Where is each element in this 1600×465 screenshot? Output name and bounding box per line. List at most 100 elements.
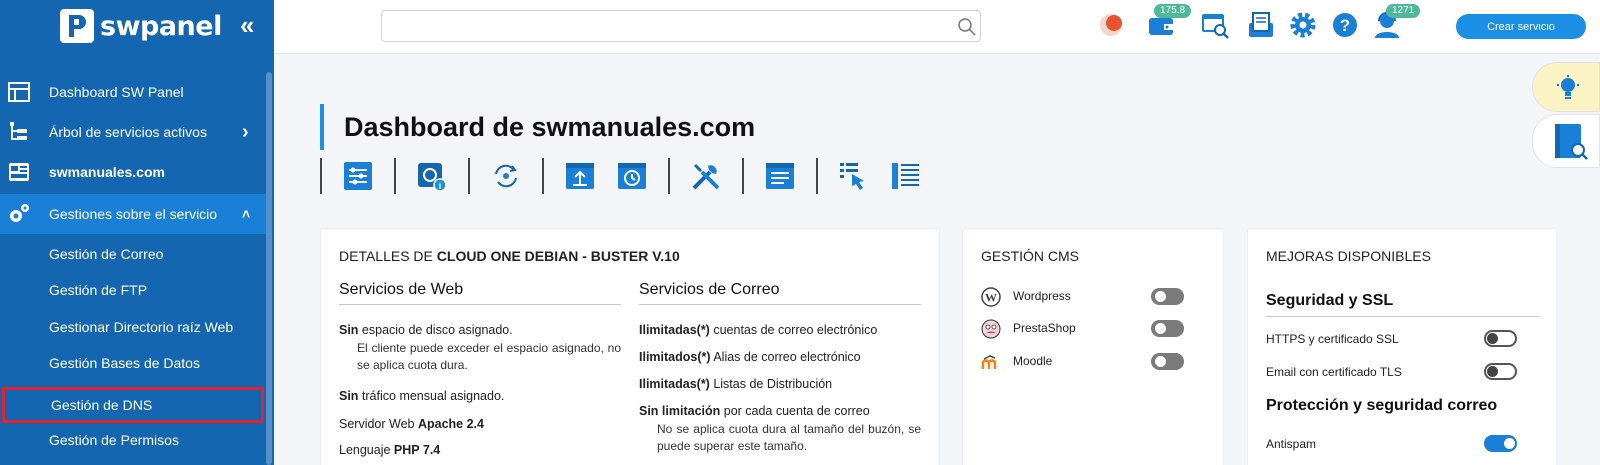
security-info-icon[interactable]: i [416,160,448,192]
svg-text:W: W [985,291,997,305]
sidebar-subitem-databases[interactable]: Gestión Bases de Datos [0,345,266,381]
details-title-plan: CLOUD ONE DEBIAN - BUSTER V.10 [436,248,680,264]
moodle-toggle[interactable] [1151,353,1184,370]
sidebar-item-domain[interactable]: swmanuales.com [0,152,266,192]
toolbar-divider [468,158,470,194]
toolbar-divider [542,158,544,194]
web-disk-text: Sin espacio de disco asignado. [339,323,513,337]
toolbar-divider [320,158,322,194]
sidebar-subitem-mail[interactable]: Gestión de Correo [0,236,266,272]
mail-alias-bold: Ilimitados(*) [639,350,711,364]
sidebar-subitem-web-root[interactable]: Gestionar Directorio raíz Web [0,309,266,345]
cms-item-label: Moodle [1013,354,1053,368]
logs-icon[interactable] [764,160,796,192]
antispam-toggle[interactable] [1484,435,1517,452]
web-traffic-bold: Sin [339,389,359,403]
logo-mark-icon [60,9,94,43]
search-icon[interactable] [957,17,977,37]
manuals-button[interactable] [1532,114,1600,168]
sidebar-item-label: Dashboard SW Panel [49,84,184,100]
service-details-card: DETALLES DE CLOUD ONE DEBIAN - BUSTER V.… [320,228,940,465]
sidebar-subitem-ftp[interactable]: Gestión de FTP [0,272,266,308]
toolbar-divider [742,158,744,194]
web-language-label: Lenguaje [339,443,394,457]
sidebar-scrollbar[interactable] [266,72,272,465]
upgrades-card-title: MEJORAS DISPONIBLES [1266,248,1431,264]
mail-lists-rest: Listas de Distribución [709,377,833,391]
web-disk-note: El cliente puede exceder el espacio asig… [357,341,621,372]
tools-icon[interactable] [690,160,722,192]
wallet-balance-badge: 175.8 [1154,4,1192,18]
swpanel-logo[interactable]: swpanel [60,8,222,44]
mail-limit-bold: Sin limitación [639,404,721,418]
sidebar-item-services-tree[interactable]: Árbol de servicios activos › [0,112,266,152]
settings-gear-icon[interactable] [1288,10,1318,40]
web-traffic-text: Sin tráfico mensual asignado. [339,389,504,403]
mail-accounts-text: Ilimitadas(*) cuentas de correo electrón… [639,323,877,337]
moodle-icon [981,355,997,369]
tips-button[interactable] [1532,62,1600,112]
web-disk-bold: Sin [339,323,359,337]
tree-icon [10,122,27,140]
lightbulb-icon [1557,75,1579,99]
prestashop-toggle[interactable] [1151,320,1184,337]
mail-limit-rest: por cada cuenta de correo [720,404,870,418]
restore-backup-icon[interactable] [616,160,648,192]
sidebar-item-service-management[interactable]: Gestiones sobre el servicio ˄ [0,194,266,234]
cms-item-label: PrestaShop [1013,321,1076,335]
server-icon [9,163,29,181]
details-title-prefix: DETALLES DE [339,248,437,264]
book-search-icon [1555,124,1588,160]
cms-item-label: Wordpress [1013,289,1071,303]
upload-icon[interactable] [564,160,596,192]
search-input[interactable] [388,15,938,37]
tls-label: Email con certificado TLS [1266,365,1402,379]
sidebar-subitem-dns[interactable]: Gestión de DNS [2,387,264,423]
mail-protection-heading: Protección y seguridad correo [1266,397,1498,414]
select-list-icon[interactable] [838,160,870,192]
toolbar-divider [668,158,670,194]
wordpress-toggle[interactable] [1151,288,1184,305]
columns-list-icon[interactable] [890,160,922,192]
search-box[interactable] [381,10,981,42]
web-language-value: PHP 7.4 [393,443,441,457]
web-search-icon[interactable] [1200,10,1230,40]
invoices-icon[interactable] [1246,10,1276,40]
svg-text:?: ? [1340,16,1350,35]
web-server-label: Servidor Web [339,417,418,431]
mail-accounts-rest: cuentas de correo electrónico [709,323,878,337]
prestashop-icon [981,319,1001,339]
user-avatar-icon[interactable] [1098,10,1128,40]
tls-toggle[interactable] [1484,363,1517,380]
cms-card-title: GESTIÓN CMS [981,248,1080,264]
sidebar-subitem-label: Gestionar Directorio raíz Web [49,319,234,335]
sidebar-subitem-label: Gestión de Permisos [49,432,179,448]
antispam-label: Antispam [1266,437,1317,451]
help-icon[interactable]: ? [1330,10,1360,40]
gears-icon [10,204,29,222]
service-toolbar: i [320,158,942,194]
mail-accounts-bold: Ilimitadas(*) [639,323,710,337]
cms-card: GESTIÓN CMS W Wordpress PrestaShop Moodl… [962,228,1224,465]
sidebar-subitem-label: Gestión de DNS [51,397,153,413]
sidebar-item-label: Árbol de servicios activos [49,124,207,140]
web-traffic-rest: tráfico mensual asignado. [358,389,505,403]
collapse-sidebar-icon[interactable]: « [240,12,254,38]
https-toggle[interactable] [1484,330,1517,347]
sidebar-item-dashboard[interactable]: Dashboard SW Panel [0,72,266,112]
svg-text:i: i [439,181,442,191]
sync-icon[interactable] [490,160,522,192]
mail-alias-rest: Alias de correo electrónico [710,350,861,364]
toolbar-divider [394,158,396,194]
sidebar-subitem-permissions[interactable]: Gestión de Permisos [0,422,266,458]
table-icon [8,82,30,102]
sidebar-item-label: swmanuales.com [49,164,165,180]
service-settings-icon[interactable] [342,160,374,192]
wordpress-icon: W [981,287,1001,307]
details-card-title: DETALLES DE CLOUD ONE DEBIAN - BUSTER V.… [339,248,680,264]
chevron-up-icon: ˄ [242,206,251,222]
sidebar: swpanel « Dashboard SW Panel Árbol de se… [0,0,274,465]
create-service-button[interactable]: Crear servicio [1456,14,1586,39]
page-title: Dashboard de swmanuales.com [320,104,755,150]
mail-lists-text: Ilimitadas(*) Listas de Distribución [639,377,832,391]
